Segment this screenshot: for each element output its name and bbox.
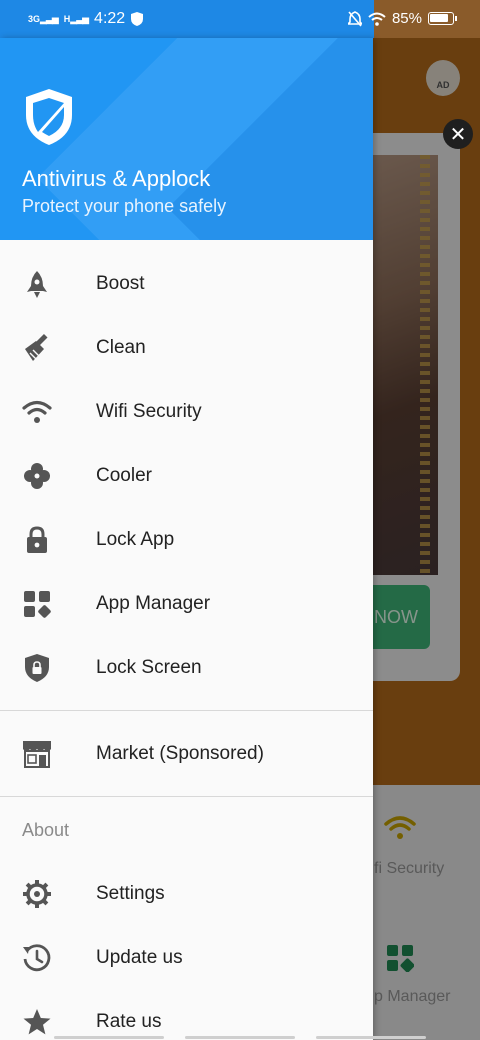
gesture-bar xyxy=(316,1036,426,1039)
menu-item-label: Cooler xyxy=(96,465,152,486)
store-icon xyxy=(23,741,51,768)
menu-item-lock-app[interactable]: Lock App xyxy=(0,508,373,572)
menu-item-lock-screen[interactable]: Lock Screen xyxy=(0,636,373,700)
close-icon[interactable]: ✕ xyxy=(443,119,473,149)
section-title-about: About xyxy=(22,820,70,840)
update-clock-icon xyxy=(23,944,51,972)
menu-item-boost[interactable]: Boost xyxy=(0,252,373,316)
gesture-bar xyxy=(54,1036,164,1039)
rocket-icon xyxy=(27,271,47,298)
menu-divider xyxy=(0,710,373,711)
menu-item-label: Clean xyxy=(96,337,146,358)
gear-icon xyxy=(23,880,51,908)
menu-item-label: Lock Screen xyxy=(96,657,202,678)
menu-item-label: Update us xyxy=(96,947,183,968)
menu-item-update-us[interactable]: Update us xyxy=(0,926,373,990)
menu-item-label: Wifi Security xyxy=(96,401,202,422)
wifi-status-icon xyxy=(368,12,386,26)
status-bar: 3G▂▃▅ H▂▃▅ 4:22 85% xyxy=(0,0,480,38)
menu-item-label: Boost xyxy=(96,273,145,294)
star-icon xyxy=(23,1009,51,1035)
menu-item-market[interactable]: Market (Sponsored) xyxy=(0,722,373,786)
battery-percent: 85% xyxy=(391,10,422,27)
menu-item-label: Market (Sponsored) xyxy=(96,743,264,764)
status-left: 3G▂▃▅ H▂▃▅ 4:22 xyxy=(28,10,144,28)
menu-item-label: Lock App xyxy=(96,529,175,550)
fan-icon xyxy=(24,463,50,489)
menu-item-label: Rate us xyxy=(96,1011,162,1032)
network-type-1: 3G xyxy=(28,13,41,24)
battery-fill xyxy=(430,14,448,22)
menu-divider xyxy=(0,796,373,797)
app-title: Antivirus & Applock xyxy=(22,166,211,191)
signal-h-icon: H▂▃▅ xyxy=(63,13,89,24)
shield-logo-icon xyxy=(26,89,72,145)
lock-icon xyxy=(27,526,47,553)
menu-item-cooler[interactable]: Cooler xyxy=(0,444,373,508)
menu-item-wifi-security[interactable]: Wifi Security xyxy=(0,380,373,444)
menu-item-app-manager[interactable]: App Manager xyxy=(0,572,373,636)
menu-item-settings[interactable]: Settings xyxy=(0,862,373,926)
menu-item-clean[interactable]: Clean xyxy=(0,316,373,380)
shield-status-icon xyxy=(131,12,144,26)
shield-lock-icon xyxy=(25,654,49,682)
app-subtitle: Protect your phone safely xyxy=(22,196,227,216)
wifi-icon xyxy=(22,400,52,423)
menu-item-rate-us[interactable]: Rate us xyxy=(0,990,373,1040)
mute-bell-icon xyxy=(347,10,362,27)
drawer-header: Antivirus & Applock Protect your phone s… xyxy=(0,38,373,240)
gesture-bar xyxy=(185,1036,295,1039)
apps-grid-icon xyxy=(24,591,51,618)
menu-item-label: Settings xyxy=(96,883,165,904)
battery-icon xyxy=(428,12,457,25)
status-right: 85% xyxy=(347,10,457,27)
menu-item-label: App Manager xyxy=(96,593,211,614)
signal-3g-icon: 3G▂▃▅ xyxy=(28,13,59,24)
navigation-drawer: Antivirus & Applock Protect your phone s… xyxy=(0,38,373,1040)
status-time: 4:22 xyxy=(94,10,126,27)
broom-icon xyxy=(25,333,48,361)
